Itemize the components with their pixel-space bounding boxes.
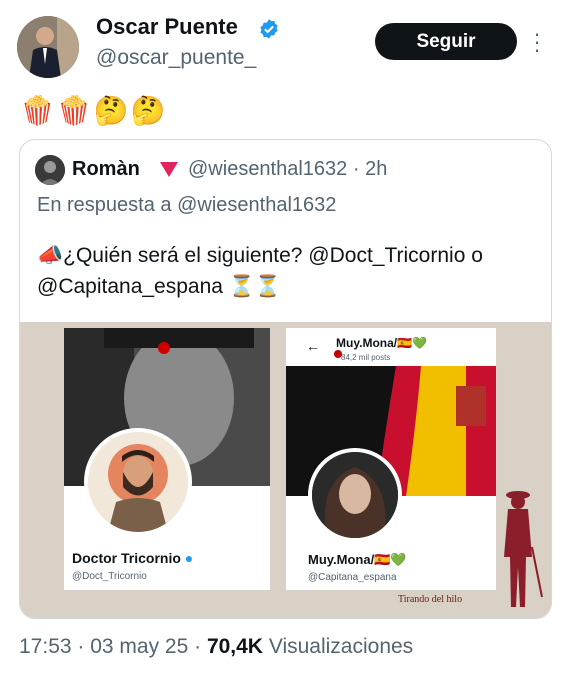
reply-mention-link[interactable]: @wiesenthal1632 [177, 194, 336, 216]
author-handle[interactable]: @oscar_puente_ [96, 46, 256, 70]
profile-card-doctor-tricornio: Doctor Tricornio ● @Doct_Tricornio [64, 328, 270, 590]
image-caption: Tirando del hilo [398, 594, 463, 605]
back-arrow-icon: ← [306, 338, 320, 354]
views-count: 70,4K [206, 635, 263, 658]
right-profile-posts: 84,2 mil posts [341, 353, 391, 362]
author-name[interactable]: Oscar Puente [96, 14, 238, 40]
profile-card-muy-mona: ← Muy.Mona/🇪🇸💚 84,2 mil posts Muy.Mona/🇪… [286, 328, 496, 590]
left-profile-name: Doctor Tricornio ● [72, 550, 194, 566]
reply-prefix: En respuesta a [37, 194, 178, 216]
verified-badge-icon [260, 19, 278, 39]
tweet-meta: 17:53 · 03 may 25 · 70,4K Visualizacione… [19, 635, 413, 659]
red-triangle-flag-icon [160, 162, 178, 177]
quoted-author-avatar[interactable] [35, 155, 65, 185]
right-profile-top-name: Muy.Mona/🇪🇸💚 [336, 336, 427, 350]
quoted-author-name[interactable]: Romàn [72, 158, 140, 181]
reply-context: En respuesta a @wiesenthal1632 [37, 194, 336, 217]
doctor-tricornio-avatar [84, 428, 192, 536]
tweet-time[interactable]: 17:53 · 03 may 25 · [19, 635, 207, 658]
views-label: Visualizaciones [262, 635, 414, 658]
quoted-media-image[interactable]: Doctor Tricornio ● @Doct_Tricornio ← Muy… [20, 322, 551, 618]
right-profile-name: Muy.Mona/🇪🇸💚 [308, 552, 407, 567]
follow-button[interactable]: Seguir [375, 23, 517, 60]
silhouette-figure [504, 491, 543, 607]
quoted-tweet-card[interactable]: Romàn @wiesenthal1632 · 2h En respuesta … [19, 139, 552, 619]
red-dot-marker [334, 350, 342, 358]
left-profile-handle: @Doct_Tricornio [72, 571, 147, 582]
right-profile-handle: @Capitana_espana [308, 572, 397, 583]
author-avatar[interactable] [17, 16, 79, 78]
muy-mona-avatar [308, 448, 402, 542]
more-options-icon[interactable]: · · · [530, 23, 544, 61]
quoted-tweet-text: 📣¿Quién será el siguiente? @Doct_Tricorn… [37, 244, 483, 298]
quoted-author-handle[interactable]: @wiesenthal1632 · 2h [188, 158, 387, 181]
tweet-text: 🍿🍿🤔🤔 [20, 95, 168, 126]
